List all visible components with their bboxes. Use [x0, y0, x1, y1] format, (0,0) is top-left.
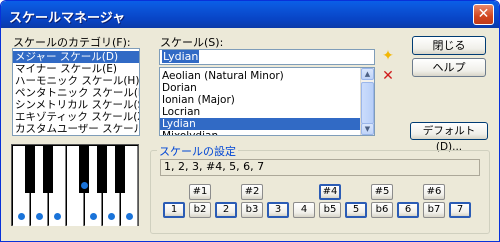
scale-note-marker [36, 213, 43, 220]
scale-item[interactable]: Mixolydian [160, 130, 360, 135]
lower-degree-button[interactable]: 1 [163, 202, 185, 218]
black-key[interactable] [97, 146, 107, 193]
scale-item[interactable]: Dorian [160, 82, 360, 94]
category-list[interactable]: メジャー スケール(D) マイナー スケール(E) ハーモニック スケール(H) ペン… [12, 48, 140, 136]
lower-degree-button[interactable]: 3 [267, 202, 289, 218]
scale-item[interactable]: Locrian [160, 106, 360, 118]
scroll-up-icon[interactable]: ▲ [361, 68, 374, 80]
scale-note-marker [126, 213, 133, 220]
piano-keyboard [11, 144, 139, 226]
black-key[interactable] [43, 146, 53, 193]
scale-manager-window: スケールマネージャ ✕ スケールのカテゴリ(F): メジャー スケール(D) マイ… [0, 0, 500, 242]
lower-degree-button[interactable]: b5 [319, 202, 341, 218]
lower-degree-button[interactable]: b2 [189, 202, 211, 218]
window-close-button[interactable]: ✕ [473, 4, 494, 25]
scale-settings-legend: スケールの設定 [157, 143, 238, 159]
upper-degree-button[interactable]: #4 [319, 184, 341, 200]
scale-label: スケール(S): [160, 36, 224, 49]
category-item[interactable]: マイナー スケール(E) [13, 63, 139, 75]
upper-degree-button[interactable]: #1 [189, 184, 211, 200]
help-button[interactable]: ヘルプ [412, 58, 486, 77]
black-key[interactable] [25, 146, 35, 193]
upper-degree-button[interactable]: #6 [423, 184, 445, 200]
default-button[interactable]: デフォルト(D)... [410, 122, 488, 153]
scale-note-marker [108, 213, 115, 220]
lower-degree-button[interactable]: 5 [345, 202, 367, 218]
lower-degree-button[interactable]: b6 [371, 202, 393, 218]
category-item[interactable]: シンメトリカル スケール(S) [13, 99, 139, 111]
scale-formula: 1, 2, 3, #4, 5, 6, 7 [160, 159, 480, 176]
scale-name-input[interactable]: Lydian [159, 49, 375, 65]
category-item[interactable]: ペンタトニック スケール(P) [13, 87, 139, 99]
scale-item[interactable]: Aeolian (Natural Minor) [160, 70, 360, 82]
lower-degree-button[interactable]: 6 [397, 202, 419, 218]
scale-list-scrollbar[interactable]: ▲ ▼ [360, 68, 374, 135]
title-bar: スケールマネージャ ✕ [1, 1, 499, 28]
star-plus-icon[interactable]: ✦ [380, 48, 396, 64]
black-key[interactable] [115, 146, 125, 193]
scale-name-value: Lydian [162, 50, 200, 63]
scale-note-marker [54, 213, 61, 220]
upper-degree-button[interactable]: #2 [241, 184, 263, 200]
category-item[interactable]: エキゾティック スケール(X) [13, 111, 139, 123]
category-item[interactable]: カスタムユーザー スケール(U) [13, 123, 139, 135]
window-title: スケールマネージャ [9, 11, 126, 26]
scale-list[interactable]: Aeolian (Natural Minor) Dorian Ionian (Maj… [159, 67, 375, 136]
lower-degree-button[interactable]: 4 [293, 202, 315, 218]
scale-item[interactable]: Ionian (Major) [160, 94, 360, 106]
lower-degree-button[interactable]: b7 [423, 202, 445, 218]
lower-degree-button[interactable]: b3 [241, 202, 263, 218]
scroll-thumb[interactable] [361, 82, 374, 124]
delete-x-icon[interactable]: ✕ [380, 68, 396, 84]
lower-degree-button[interactable]: 2 [215, 202, 237, 218]
category-item[interactable]: メジャー スケール(D) [13, 51, 139, 63]
scale-formula-text: 1, 2, 3, #4, 5, 6, 7 [164, 160, 265, 173]
scroll-down-icon[interactable]: ▼ [361, 123, 374, 135]
upper-degree-button[interactable]: #5 [371, 184, 393, 200]
lower-degree-button[interactable]: 7 [449, 202, 471, 218]
close-button[interactable]: 閉じる [412, 36, 486, 55]
scale-note-marker [18, 213, 25, 220]
scale-item[interactable]: Lydian [160, 118, 360, 130]
category-item[interactable]: ハーモニック スケール(H) [13, 75, 139, 87]
scale-note-marker [90, 213, 97, 220]
scale-note-marker [80, 182, 88, 189]
